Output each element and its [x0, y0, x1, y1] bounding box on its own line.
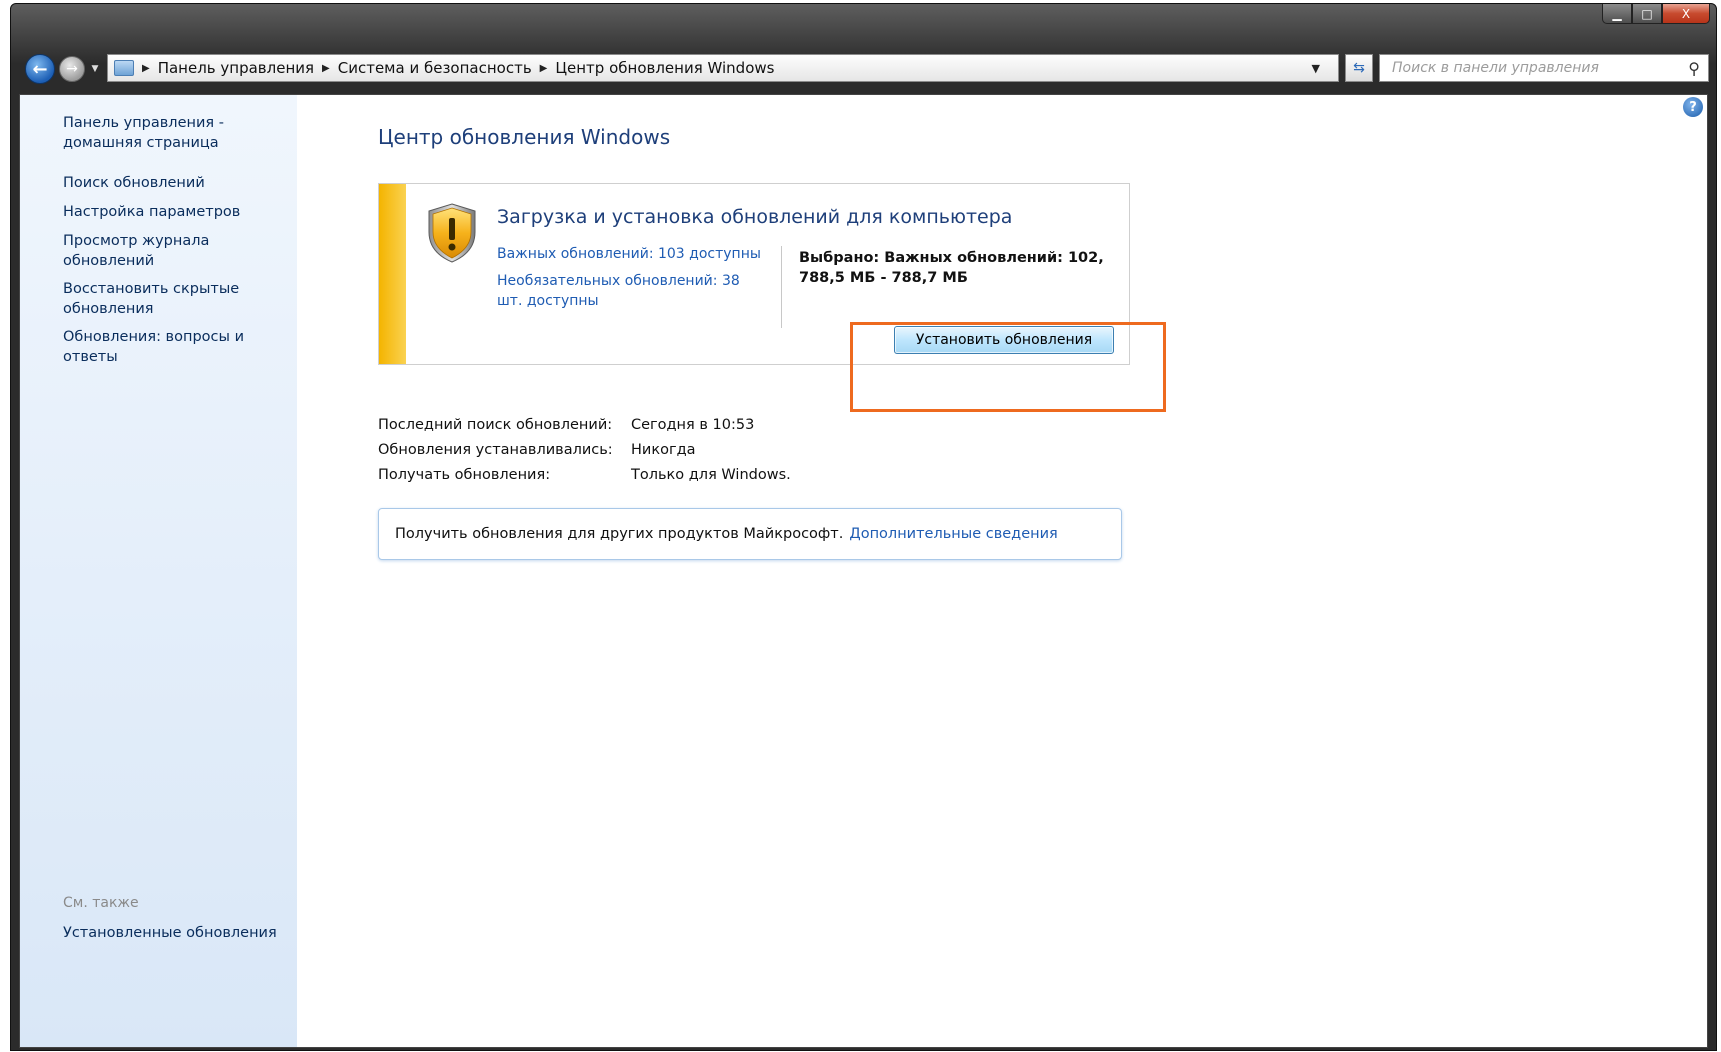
breadcrumb-windows-update[interactable]: Центр обновления Windows [555, 59, 774, 77]
update-info-table: Последний поиск обновлений: Сегодня в 10… [378, 413, 791, 488]
search-input[interactable] [1390, 59, 1684, 77]
info-value: Никогда [631, 442, 696, 458]
page-title: Центр обновления Windows [378, 125, 671, 149]
sidebar-item-restore-hidden[interactable]: Восстановить скрытые обновления [63, 279, 253, 319]
other-products-text: Получить обновления для других продуктов… [395, 526, 844, 542]
more-info-link[interactable]: Дополнительные сведения [849, 526, 1057, 542]
sidebar-item-history[interactable]: Просмотр журнала обновлений [63, 231, 233, 271]
sidebar-item-check-updates[interactable]: Поиск обновлений [63, 173, 293, 193]
control-panel-window: ▁ □ X ← → ▼ ▶ Панель управления ▶ Систем… [10, 3, 1717, 1051]
navigation-bar: ← → ▼ ▶ Панель управления ▶ Система и бе… [11, 50, 1716, 88]
chevron-right-icon[interactable]: ▶ [142, 63, 150, 74]
important-updates-link[interactable]: Важных обновлений: 103 доступны [497, 244, 767, 264]
info-value: Сегодня в 10:53 [631, 417, 755, 433]
chevron-right-icon[interactable]: ▶ [322, 63, 330, 74]
breadcrumb-control-panel[interactable]: Панель управления [158, 59, 314, 77]
sidebar-item-installed-updates[interactable]: Установленные обновления [63, 923, 293, 943]
close-button[interactable]: X [1662, 4, 1710, 24]
chevron-right-icon[interactable]: ▶ [540, 63, 548, 74]
maximize-button[interactable]: □ [1632, 4, 1662, 24]
minimize-button[interactable]: ▁ [1602, 4, 1632, 24]
selected-updates-summary: Выбрано: Важных обновлений: 102, 788,5 М… [799, 250, 1104, 286]
address-dropdown-icon[interactable]: ▼ [1312, 62, 1320, 75]
update-panel-title: Загрузка и установка обновлений для комп… [497, 206, 1013, 228]
search-icon[interactable]: ⚲ [1688, 59, 1700, 78]
info-value: Только для Windows. [631, 467, 791, 483]
sidebar-item-settings[interactable]: Настройка параметров [63, 202, 293, 222]
sidebar-item-faq[interactable]: Обновления: вопросы и ответы [63, 327, 253, 367]
refresh-icon[interactable]: ⇆ [1345, 54, 1373, 82]
info-row-last-installed: Обновления устанавливались: Никогда [378, 438, 791, 463]
content-area: Панель управления - домашняя страница По… [19, 94, 1708, 1048]
breadcrumb-system-security[interactable]: Система и безопасность [338, 59, 532, 77]
optional-updates-link[interactable]: Необязательных обновлений: 38 шт. доступ… [497, 271, 747, 311]
history-dropdown-icon[interactable]: ▼ [89, 60, 101, 78]
address-bar[interactable]: ▶ Панель управления ▶ Система и безопасн… [107, 54, 1339, 82]
back-arrow-icon[interactable]: ← [25, 54, 55, 84]
info-label: Последний поиск обновлений: [378, 417, 613, 433]
highlight-annotation [850, 322, 1166, 412]
info-row-last-check: Последний поиск обновлений: Сегодня в 10… [378, 413, 791, 438]
info-label: Обновления устанавливались: [378, 442, 613, 458]
warning-stripe [379, 184, 406, 364]
forward-arrow-icon[interactable]: → [59, 56, 85, 82]
search-box[interactable]: ⚲ [1379, 54, 1709, 82]
panel-divider [781, 246, 782, 328]
control-panel-icon [114, 60, 134, 76]
sidebar-item-home[interactable]: Панель управления - домашняя страница [63, 113, 293, 153]
help-icon[interactable]: ? [1683, 97, 1703, 117]
info-row-receive-updates: Получать обновления: Только для Windows. [378, 463, 791, 488]
caption-buttons: ▁ □ X [1602, 4, 1710, 26]
see-also-heading: См. также [63, 895, 139, 911]
sidebar: Панель управления - домашняя страница По… [20, 95, 297, 1047]
info-label: Получать обновления: [378, 467, 551, 483]
other-products-notice: Получить обновления для других продуктов… [378, 508, 1122, 560]
warning-shield-icon [428, 203, 476, 263]
